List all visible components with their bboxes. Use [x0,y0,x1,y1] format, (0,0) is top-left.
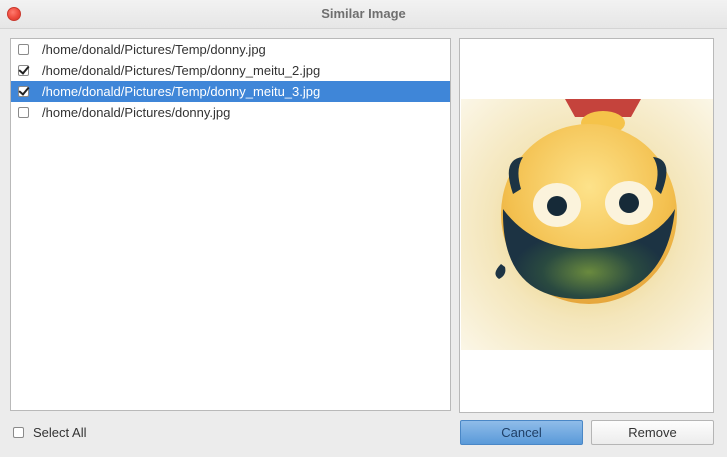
similar-image-list[interactable]: /home/donald/Pictures/Temp/donny.jpg /ho… [10,38,451,411]
list-item[interactable]: /home/donald/Pictures/donny.jpg [11,102,450,123]
list-item[interactable]: /home/donald/Pictures/Temp/donny.jpg [11,39,450,60]
select-all-toggle[interactable]: Select All [12,425,86,440]
cancel-button[interactable]: Cancel [460,420,583,445]
preview-image [461,99,713,350]
title-bar: Similar Image [0,0,727,29]
file-path: /home/donald/Pictures/Temp/donny_meitu_3… [42,84,321,99]
item-checkbox[interactable] [18,107,29,118]
item-checkbox[interactable] [18,86,29,97]
file-path: /home/donald/Pictures/Temp/donny_meitu_2… [42,63,321,78]
list-item[interactable]: /home/donald/Pictures/Temp/donny_meitu_2… [11,60,450,81]
item-checkbox[interactable] [18,65,29,76]
window-title: Similar Image [321,6,406,21]
item-checkbox[interactable] [18,44,29,55]
select-all-label: Select All [33,425,87,440]
file-path: /home/donald/Pictures/donny.jpg [42,105,231,120]
image-preview-panel [459,38,714,413]
list-item-selected[interactable]: /home/donald/Pictures/Temp/donny_meitu_3… [11,81,450,102]
remove-button[interactable]: Remove [591,420,714,445]
file-path: /home/donald/Pictures/Temp/donny.jpg [42,42,266,57]
select-all-checkbox[interactable] [13,427,24,438]
